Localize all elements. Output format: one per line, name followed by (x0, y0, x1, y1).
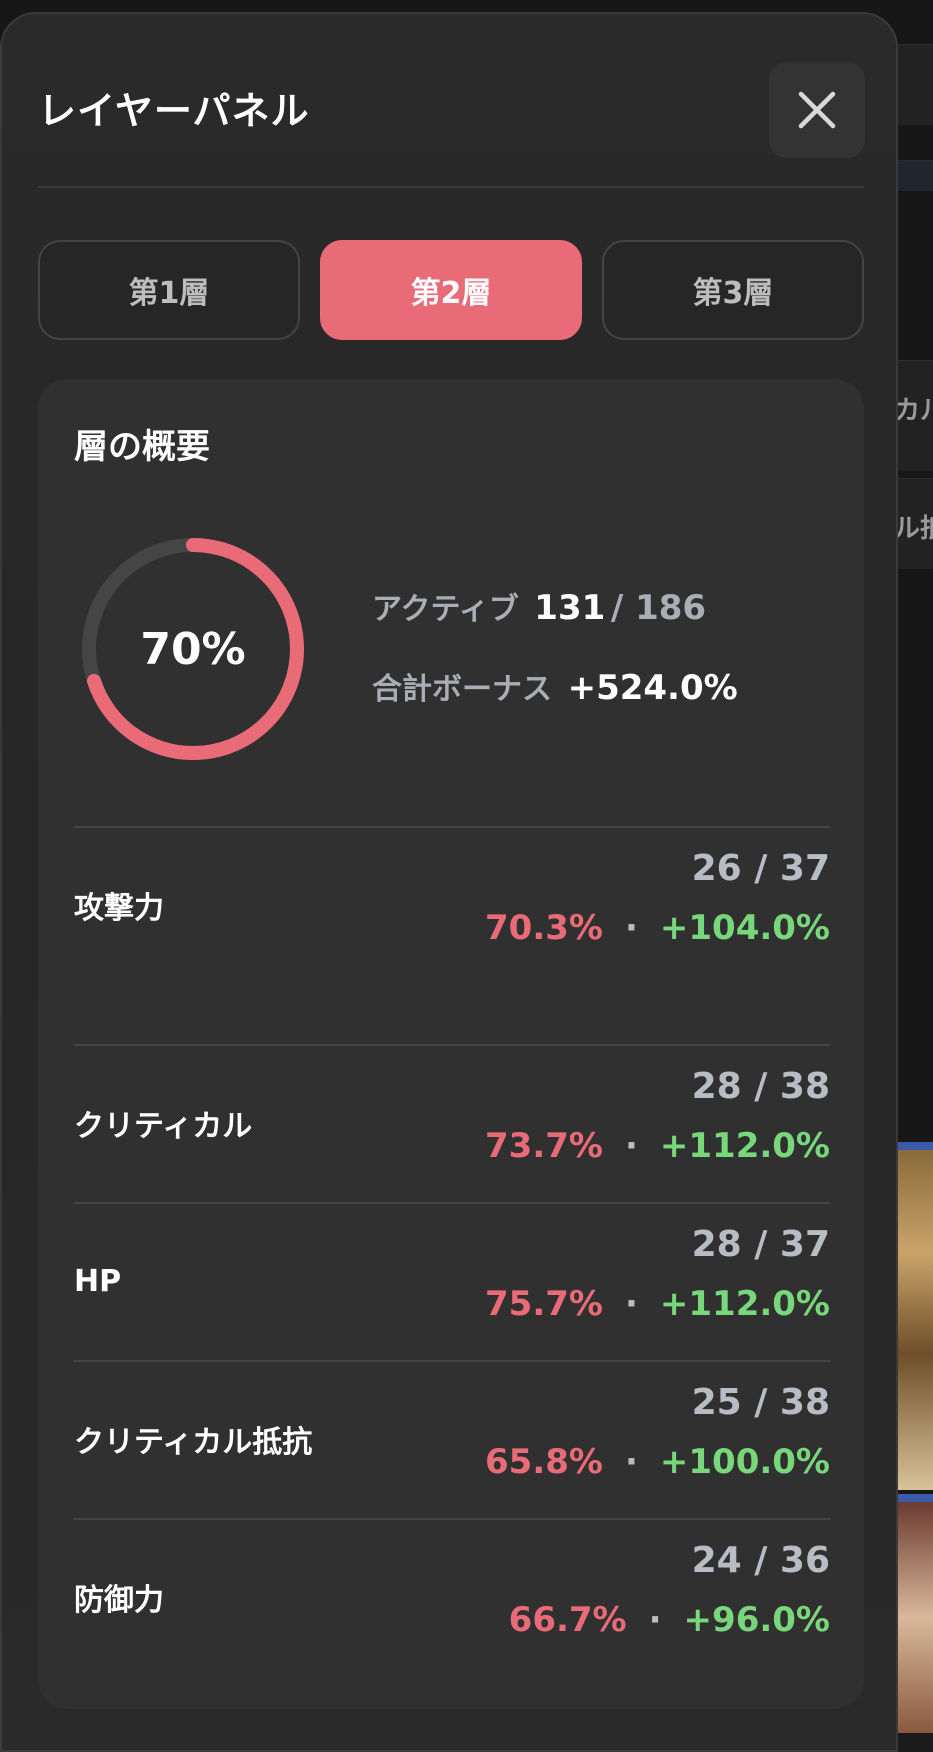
stat-count: 26 / 37 (691, 848, 830, 889)
stat-row-critical: クリティカル 28 / 38 73.7% · +112.0% (74, 1044, 830, 1202)
panel-title: レイヤーパネル (38, 89, 310, 133)
tab-layer-3[interactable]: 第3層 (602, 240, 864, 340)
layer-summary-card: 層の概要 70% アクティブ 131 / 186 合計ボーナス +524.0% … (38, 379, 864, 1709)
tab-layer-1[interactable]: 第1層 (38, 240, 300, 340)
background-peek-text: カル (894, 396, 933, 426)
stat-detail: 75.7% · +112.0% (485, 1284, 830, 1324)
dot-separator: · (624, 1126, 638, 1166)
header-divider (38, 186, 864, 188)
dot-separator: · (624, 1442, 638, 1482)
summary-divider (74, 826, 830, 828)
stat-bonus: +96.0% (683, 1600, 830, 1640)
stat-detail: 65.8% · +100.0% (485, 1442, 830, 1482)
total-bonus-label: 合計ボーナス (372, 672, 552, 707)
close-button[interactable] (769, 62, 865, 158)
stat-percent: 73.7% (485, 1126, 603, 1166)
stat-name: クリティカル (74, 1109, 253, 1144)
stat-percent: 66.7% (508, 1600, 627, 1640)
stat-name: 攻撃力 (74, 891, 164, 926)
progress-percent-label: 70% (140, 623, 246, 675)
row-divider (74, 1202, 830, 1204)
dot-separator: · (624, 908, 638, 948)
stat-row-defense: 防御力 24 / 36 66.7% · +96.0% (74, 1518, 830, 1676)
stat-count: 28 / 37 (691, 1224, 830, 1265)
stat-row-attack: 攻撃力 26 / 37 70.3% · +104.0% (74, 826, 830, 984)
active-value: 131 (534, 588, 606, 628)
active-count-line: アクティブ 131 / 186 (372, 584, 706, 628)
stat-percent: 70.3% (485, 908, 603, 948)
close-icon (798, 91, 836, 129)
dot-separator: · (648, 1600, 662, 1640)
stat-bonus: +100.0% (659, 1442, 830, 1482)
stat-row-hp: HP 28 / 37 75.7% · +112.0% (74, 1202, 830, 1360)
stat-detail: 73.7% · +112.0% (485, 1126, 830, 1166)
total-bonus-value: +524.0% (567, 668, 738, 708)
active-total: / 186 (610, 588, 707, 628)
row-divider (74, 1518, 830, 1520)
stat-bonus: +112.0% (659, 1284, 830, 1324)
stat-bonus: +112.0% (659, 1126, 830, 1166)
stat-row-critical-resist: クリティカル抵抗 25 / 38 65.8% · +100.0% (74, 1360, 830, 1518)
tab-layer-2[interactable]: 第2層 (320, 240, 582, 340)
stat-percent: 75.7% (485, 1284, 603, 1324)
stat-name: HP (74, 1263, 122, 1299)
total-bonus-line: 合計ボーナス +524.0% (372, 664, 738, 708)
stat-count: 28 / 38 (691, 1066, 830, 1107)
dot-separator: · (624, 1284, 638, 1324)
active-label: アクティブ (372, 592, 519, 627)
stat-count: 25 / 38 (691, 1382, 830, 1423)
stat-detail: 66.7% · +96.0% (509, 1600, 830, 1640)
stat-name: クリティカル抵抗 (74, 1425, 313, 1460)
stat-detail: 70.3% · +104.0% (485, 908, 830, 948)
stat-count: 24 / 36 (691, 1540, 830, 1581)
layer-panel: レイヤーパネル 第1層 第2層 第3層 層の概要 70% アクティブ 131 /… (0, 12, 898, 1752)
summary-title: 層の概要 (74, 427, 210, 467)
background-peek-text: ル抵 (894, 514, 933, 544)
stat-bonus: +104.0% (659, 908, 830, 948)
stat-percent: 65.8% (485, 1442, 603, 1482)
stat-name: 防御力 (74, 1583, 164, 1618)
